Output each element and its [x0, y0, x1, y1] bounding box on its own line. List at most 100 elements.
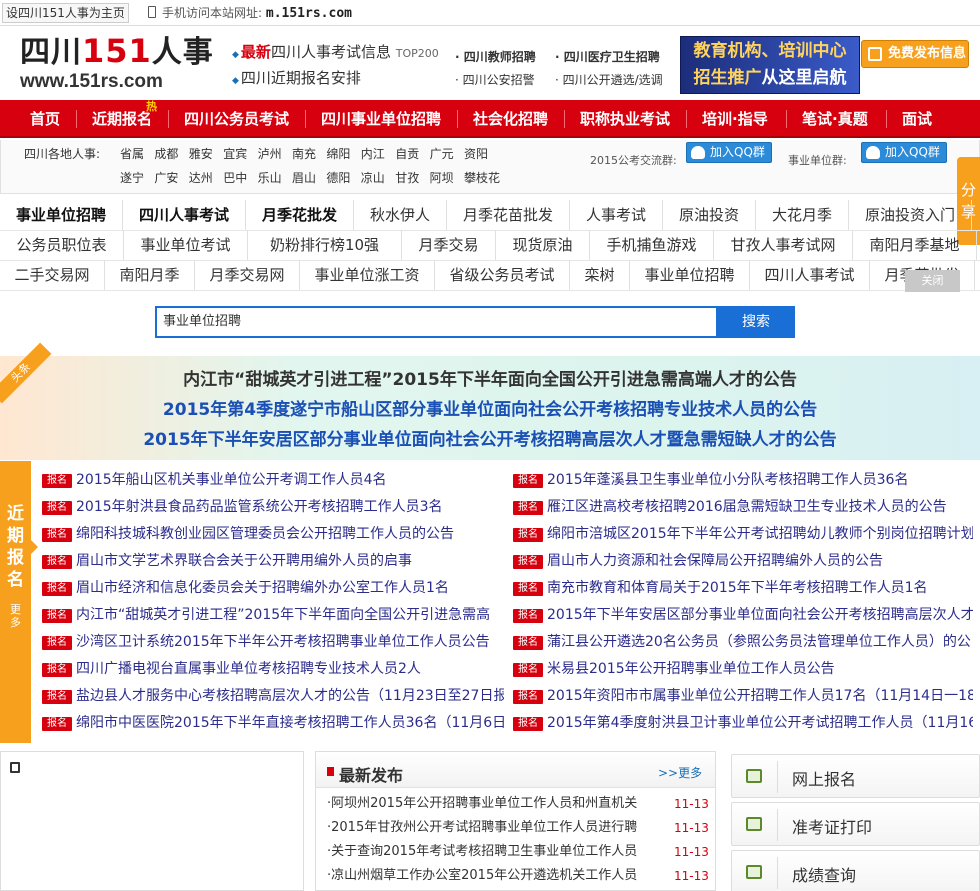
recent-item[interactable]: 报名 南充市教育和体育局关于2015年下半年考核招聘工作人员1名 — [513, 578, 973, 598]
tag-link[interactable]: 四川人事考试 — [123, 200, 246, 230]
training-ad-banner[interactable]: 教育机构、培训中心 招生推广从这里启航 — [680, 36, 860, 94]
tag-link[interactable]: 原油投资入门 — [849, 200, 972, 230]
latest-more-link[interactable]: >>更多 — [658, 764, 702, 781]
nav-social-recruitment[interactable]: 社会化招聘 — [473, 100, 548, 138]
join-qq-exam-button[interactable]: 加入QQ群 — [686, 142, 772, 163]
recent-item[interactable]: 报名 四川广播电视台直属事业单位考核招聘专业技术人员2人 — [42, 659, 504, 679]
tag-link[interactable]: 大花月季 — [756, 200, 849, 230]
city-link[interactable]: 泸州 — [258, 145, 282, 162]
latest-exam-info-link[interactable]: ◆ 最新四川人事考试信息 TOP200 — [232, 41, 439, 66]
nav-civil-service[interactable]: 四川公务员考试 — [184, 100, 289, 138]
city-link[interactable]: 资阳 — [464, 145, 488, 162]
city-link[interactable]: 绵阳 — [326, 145, 350, 162]
set-homepage-link[interactable]: 设四川151人事为主页 — [2, 3, 129, 23]
tag-link[interactable]: 事业单位涨工资 — [300, 260, 435, 290]
recent-item[interactable]: 报名 绵阳市涪城区2015年下半年公开考试招聘幼儿教师个别岗位招聘计划 — [513, 524, 973, 544]
nav-home[interactable]: 首页 — [30, 100, 60, 138]
search-input[interactable]: 事业单位招聘 — [155, 306, 718, 338]
score-query-button[interactable]: 成绩查询 — [731, 850, 980, 891]
recent-item[interactable]: 报名 眉山市经济和信息化委员会关于招聘编外办公室工作人员1名 — [42, 578, 504, 598]
nav-professional-exam[interactable]: 职称执业考试 — [580, 100, 670, 138]
tag-link[interactable]: 事业单位考试 — [124, 230, 248, 260]
city-link[interactable]: 巴中 — [223, 169, 247, 186]
nav-recent-registration[interactable]: 近期报名 — [92, 100, 152, 138]
recent-registration-link[interactable]: ◆ 四川近期报名安排 — [232, 67, 361, 92]
recent-item[interactable]: 报名 2015年资阳市市属事业单位公开招聘工作人员17名（11月14日一18日 — [513, 686, 973, 706]
tag-link[interactable]: 原油投资 — [663, 200, 756, 230]
tag-link[interactable]: 月季交易网 — [195, 260, 300, 290]
tag-link[interactable]: 二手交易网 — [0, 260, 105, 290]
city-link[interactable]: 宜宾 — [223, 145, 247, 162]
recent-item[interactable]: 报名 2015年蓬溪县卫生事业单位小分队考核招聘工作人员36名 — [513, 470, 973, 490]
latest-item[interactable]: ·阿坝州2015年公开招聘事业单位工作人员和州直机关 11-13 — [327, 793, 717, 815]
tag-link[interactable]: 省级公务员考试 — [435, 260, 570, 290]
tag-link[interactable]: 南阳月季 — [105, 260, 195, 290]
latest-item[interactable]: ·关于查询2015年考试考核招聘卫生事业单位工作人员 11-13 — [327, 841, 717, 863]
recent-item[interactable]: 报名 2015年船山区机关事业单位公开考调工作人员4名 — [42, 470, 504, 490]
tag-link[interactable]: 奶粉排行榜10强 — [248, 230, 402, 260]
city-link[interactable]: 眉山 — [292, 169, 316, 186]
recent-item[interactable]: 报名 绵阳科技城科教创业园区管理委员会公开招聘工作人员的公告 — [42, 524, 504, 544]
nav-interview[interactable]: 面试 — [902, 100, 932, 138]
recent-item[interactable]: 报名 雁江区进高校考核招聘2016届急需短缺卫生专业技术人员的公告 — [513, 497, 973, 517]
tag-link[interactable]: 事业单位招聘 — [630, 260, 750, 290]
city-link[interactable]: 广安 — [154, 169, 178, 186]
city-link[interactable]: 凉山 — [361, 169, 385, 186]
nav-public-institution[interactable]: 四川事业单位招聘 — [321, 100, 441, 138]
city-link[interactable]: 自贡 — [395, 145, 419, 162]
tag-link[interactable]: 月季花苗批发 — [447, 200, 570, 230]
city-link[interactable]: 甘孜 — [395, 169, 419, 186]
recent-item[interactable]: 报名 蒲江县公开遴选20名公务员（参照公务员法管理单位工作人员）的公 — [513, 632, 973, 652]
recent-item[interactable]: 报名 沙湾区卫计系统2015年下半年公开考核招聘事业单位工作人员公告 — [42, 632, 504, 652]
header-link-teacher[interactable]: · 四川教师招聘 — [455, 48, 536, 66]
tag-link[interactable]: 南阳月季基地 — [853, 230, 977, 260]
city-link[interactable]: 德阳 — [326, 169, 350, 186]
join-qq-institution-button[interactable]: 加入QQ群 — [861, 142, 947, 163]
latest-item[interactable]: ·2015年甘孜州公开考试招聘事业单位工作人员进行聘 11-13 — [327, 817, 717, 839]
recent-item[interactable]: 报名 绵阳市中医医院2015年下半年直接考核招聘工作人员36名（11月6日一1 — [42, 713, 504, 733]
free-publish-button[interactable]: 免费发布信息 — [861, 40, 969, 68]
mobile-url[interactable]: m.151rs.com — [266, 6, 352, 21]
city-link[interactable]: 达州 — [189, 169, 213, 186]
tag-link[interactable]: 月季交易 — [402, 230, 496, 260]
city-link[interactable]: 阿坝 — [430, 169, 454, 186]
tag-link[interactable]: 月季花批发 — [246, 200, 354, 230]
city-link[interactable]: 乐山 — [258, 169, 282, 186]
recent-registration-tab[interactable]: 近期报名 更多 — [0, 461, 31, 743]
recent-item[interactable]: 报名 米易县2015年公开招聘事业单位工作人员公告 — [513, 659, 973, 679]
city-link[interactable]: 遂宁 — [120, 169, 144, 186]
tag-link[interactable]: 手机捕鱼游戏 — [590, 230, 714, 260]
tag-link[interactable]: 事业单位招聘 — [0, 200, 123, 230]
headline-3[interactable]: 2015年下半年安居区部分事业单位面向社会公开考核招聘高层次人才暨急需短缺人才的… — [0, 425, 980, 450]
tag-link[interactable]: 公务员职位表 — [0, 230, 124, 260]
recent-item[interactable]: 报名 2015年下半年安居区部分事业单位面向社会公开考核招聘高层次人才 — [513, 605, 973, 625]
recent-more-link[interactable]: 更多 — [0, 603, 31, 629]
city-link[interactable]: 内江 — [361, 145, 385, 162]
header-link-selection[interactable]: · 四川公开遴选/选调 — [555, 71, 663, 89]
tag-link[interactable]: 现货原油 — [496, 230, 590, 260]
nav-written-exam[interactable]: 笔试·真题 — [802, 100, 868, 138]
recent-item[interactable]: 报名 2015年射洪县食品药品监管系统公开考核招聘工作人员3名 — [42, 497, 504, 517]
city-link[interactable]: 省属 — [120, 145, 144, 162]
city-link[interactable]: 雅安 — [189, 145, 213, 162]
recent-item[interactable]: 报名 盐边县人才服务中心考核招聘高层次人才的公告（11月23日至27日报名 — [42, 686, 504, 706]
recent-item[interactable]: 报名 眉山市人力资源和社会保障局公开招聘编外人员的公告 — [513, 551, 973, 571]
tag-link[interactable]: 人事考试 — [570, 200, 663, 230]
online-registration-button[interactable]: 网上报名 — [731, 754, 980, 798]
header-link-police[interactable]: · 四川公安招警 — [455, 71, 535, 89]
city-link[interactable]: 攀枝花 — [464, 169, 500, 186]
tag-link[interactable]: 四川人事考试 — [750, 260, 870, 290]
nav-training[interactable]: 培训·指导 — [702, 100, 768, 138]
close-tags-button[interactable]: 关闭 — [905, 270, 960, 292]
city-link[interactable]: 成都 — [154, 145, 178, 162]
headline-1[interactable]: 内江市“甜城英才引进工程”2015年下半年面向全国公开引进急需高端人才的公告 — [0, 365, 980, 390]
recent-item[interactable]: 报名 内江市“甜城英才引进工程”2015年下半年面向全国公开引进急需高 — [42, 605, 504, 625]
city-link[interactable]: 广元 — [430, 145, 454, 162]
tag-link[interactable]: 甘孜人事考试网 — [714, 230, 853, 260]
site-logo[interactable]: 四川151人事 www.151rs.com — [20, 34, 213, 94]
latest-item[interactable]: ·凉山州烟草工作办公室2015年公开遴选机关工作人员 11-13 — [327, 865, 717, 887]
city-link[interactable]: 南充 — [292, 145, 316, 162]
tag-link[interactable]: 栾树 — [570, 260, 630, 290]
admission-ticket-button[interactable]: 准考证打印 — [731, 802, 980, 846]
header-link-medical[interactable]: · 四川医疗卫生招聘 — [555, 48, 660, 66]
